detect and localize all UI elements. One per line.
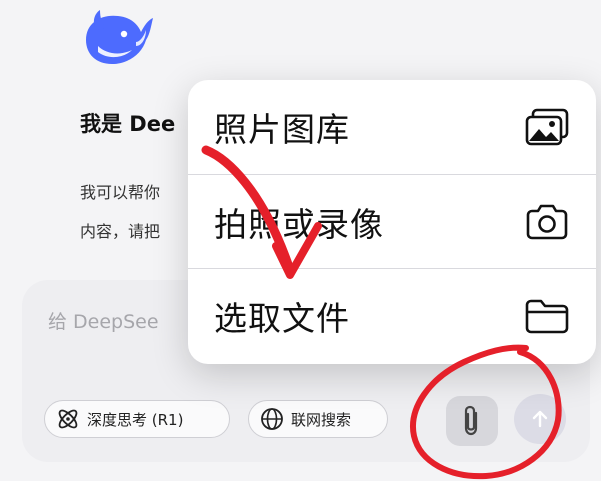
web-search-label: 联网搜索 <box>291 410 352 429</box>
paperclip-icon <box>464 405 478 436</box>
menu-item-label: 照片图库 <box>214 110 350 149</box>
attachment-menu: 照片图库 拍照或录像 选取文件 <box>188 80 596 364</box>
folder-icon <box>525 299 569 333</box>
menu-item-photo-library[interactable]: 照片图库 <box>188 80 596 174</box>
photo-library-icon <box>525 108 569 146</box>
menu-item-choose-file[interactable]: 选取文件 <box>188 268 596 362</box>
deep-think-toggle[interactable]: 深度思考 (R1) <box>44 400 230 438</box>
web-search-toggle[interactable]: 联网搜索 <box>248 400 388 438</box>
atom-icon <box>58 409 78 429</box>
deepseek-whale-logo-icon <box>86 10 153 64</box>
menu-item-camera[interactable]: 拍照或录像 <box>188 174 596 268</box>
deep-think-label: 深度思考 (R1) <box>87 410 184 429</box>
camera-icon <box>526 204 568 239</box>
app-screen: 我是 Dee 我可以帮你 内容，请把 给 DeepSee 深度思考 (R1) 联… <box>0 0 601 481</box>
greeting-title: 我是 Dee <box>80 112 176 136</box>
send-button[interactable] <box>514 394 566 444</box>
arrow-up-icon <box>532 410 548 428</box>
attach-button[interactable] <box>446 396 498 446</box>
menu-item-label: 选取文件 <box>214 298 350 338</box>
message-input[interactable]: 给 DeepSee <box>48 307 159 334</box>
globe-icon <box>261 408 283 430</box>
menu-item-label: 拍照或录像 <box>214 204 384 244</box>
